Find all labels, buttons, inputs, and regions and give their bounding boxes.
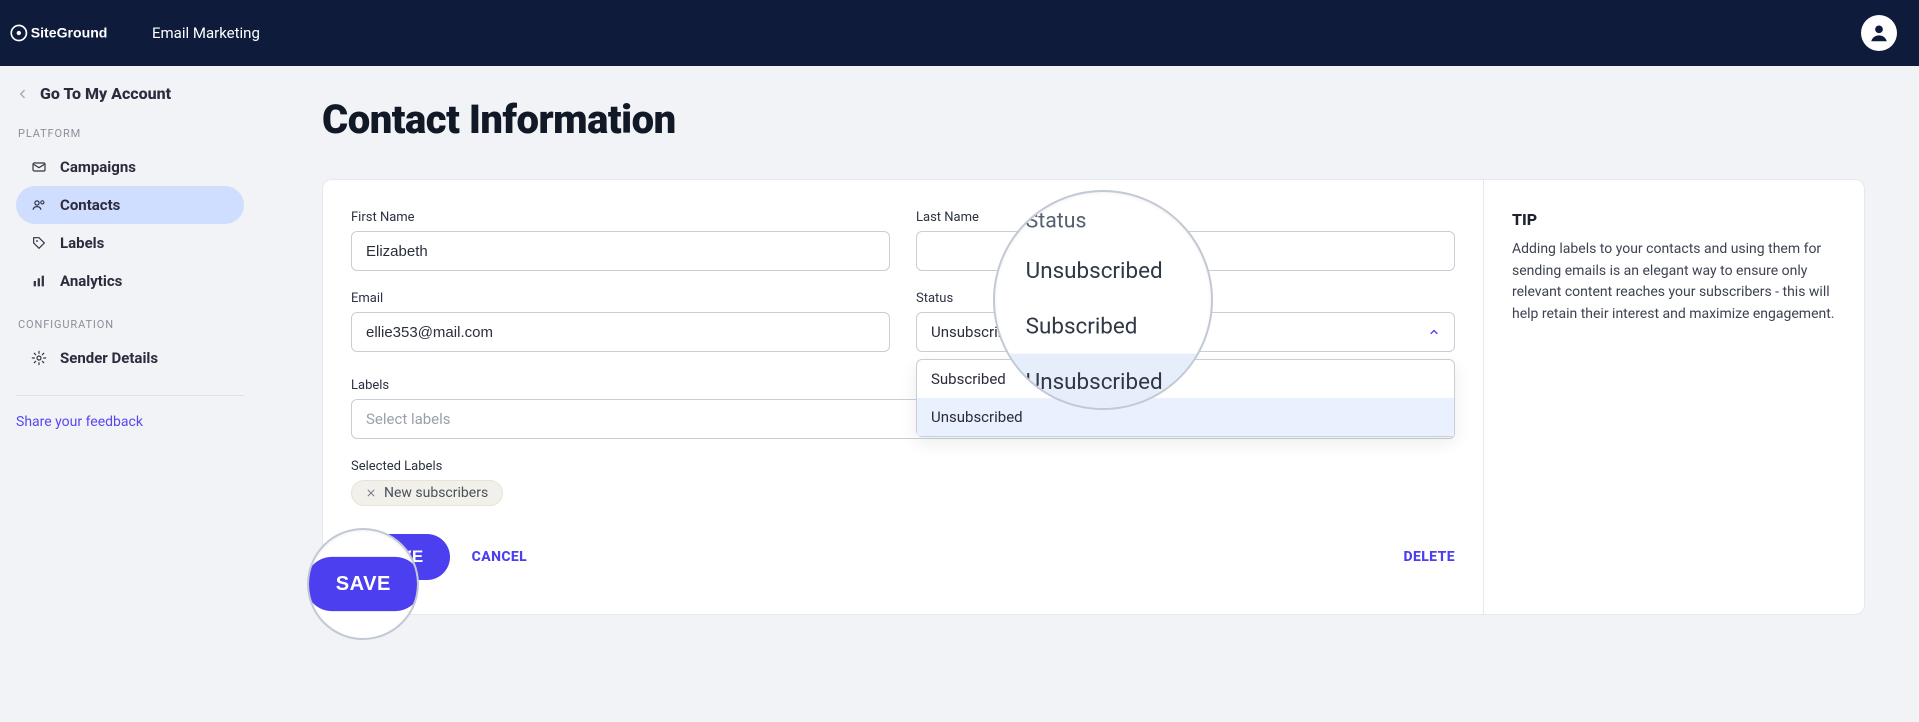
tip-panel: TIP Adding labels to your contacts and u…: [1484, 180, 1864, 614]
save-button[interactable]: SAVE: [351, 534, 450, 580]
sidebar-item-contacts[interactable]: Contacts: [16, 186, 244, 224]
field-email: Email: [351, 291, 890, 352]
last-name-input[interactable]: [916, 231, 1455, 271]
selected-labels-label: Selected Labels: [351, 459, 1455, 474]
status-value: Unsubscribed: [931, 323, 1023, 341]
sidebar-item-analytics[interactable]: Analytics: [16, 262, 244, 300]
last-name-label: Last Name: [916, 210, 1455, 225]
brand-block: SiteGround Email Marketing: [8, 20, 260, 46]
sidebar: Go To My Account PLATFORM Campaigns Cont…: [0, 66, 260, 722]
arrow-left-icon: [16, 87, 30, 101]
chart-icon: [30, 273, 48, 289]
app-name: Email Marketing: [152, 24, 260, 42]
content-card: First Name Last Name Email Status: [322, 179, 1865, 615]
sidebar-item-labels[interactable]: Labels: [16, 224, 244, 262]
delete-button[interactable]: DELETE: [1403, 549, 1455, 565]
gear-icon: [30, 350, 48, 366]
status-option-unsubscribed[interactable]: Unsubscribed: [917, 398, 1454, 436]
cancel-button[interactable]: CANCEL: [472, 549, 528, 565]
back-to-account[interactable]: Go To My Account: [16, 84, 244, 103]
email-label: Email: [351, 291, 890, 306]
sidebar-item-label: Contacts: [60, 196, 120, 214]
sidebar-item-campaigns[interactable]: Campaigns: [16, 148, 244, 186]
main-content: Contact Information First Name Last Name: [260, 66, 1919, 722]
share-feedback-link[interactable]: Share your feedback: [16, 414, 143, 430]
form-actions: SAVE CANCEL DELETE: [351, 534, 1455, 580]
email-input[interactable]: [351, 312, 890, 352]
field-first-name: First Name: [351, 210, 890, 271]
users-icon: [30, 197, 48, 213]
status-select[interactable]: Unsubscribed: [916, 312, 1455, 352]
chip-label: New subscribers: [384, 485, 488, 501]
tip-title: TIP: [1512, 210, 1836, 229]
page-title: Contact Information: [322, 96, 1865, 143]
status-option-subscribed[interactable]: Subscribed: [917, 360, 1454, 398]
first-name-input[interactable]: [351, 231, 890, 271]
back-label: Go To My Account: [40, 84, 171, 103]
labels-placeholder: Select labels: [366, 410, 451, 428]
user-icon: [1868, 22, 1890, 44]
siteground-logo: SiteGround: [8, 20, 138, 46]
section-config: CONFIGURATION: [18, 318, 244, 331]
close-icon: [366, 488, 376, 498]
status-options: Subscribed Unsubscribed: [916, 359, 1455, 437]
status-label: Status: [916, 291, 1455, 306]
field-selected-labels: Selected Labels New subscribers: [351, 459, 1455, 506]
section-platform: PLATFORM: [18, 127, 244, 140]
sidebar-item-label: Sender Details: [60, 349, 158, 367]
account-avatar[interactable]: [1861, 15, 1897, 51]
tag-icon: [30, 235, 48, 251]
first-name-label: First Name: [351, 210, 890, 225]
svg-text:SiteGround: SiteGround: [31, 24, 108, 40]
selected-label-chip[interactable]: New subscribers: [351, 480, 503, 506]
top-bar: SiteGround Email Marketing: [0, 0, 1919, 66]
sidebar-item-sender-details[interactable]: Sender Details: [16, 339, 244, 377]
mail-icon: [30, 159, 48, 175]
field-status: Status Unsubscribed Subscribed Unsubscri…: [916, 291, 1455, 352]
chevron-up-icon: [1428, 326, 1440, 338]
sidebar-item-label: Analytics: [60, 272, 122, 290]
sidebar-item-label: Labels: [60, 234, 104, 252]
sidebar-item-label: Campaigns: [60, 158, 136, 176]
field-last-name: Last Name: [916, 210, 1455, 271]
sidebar-divider: [16, 395, 244, 396]
tip-body: Adding labels to your contacts and using…: [1512, 239, 1836, 326]
form-area: First Name Last Name Email Status: [323, 180, 1484, 614]
